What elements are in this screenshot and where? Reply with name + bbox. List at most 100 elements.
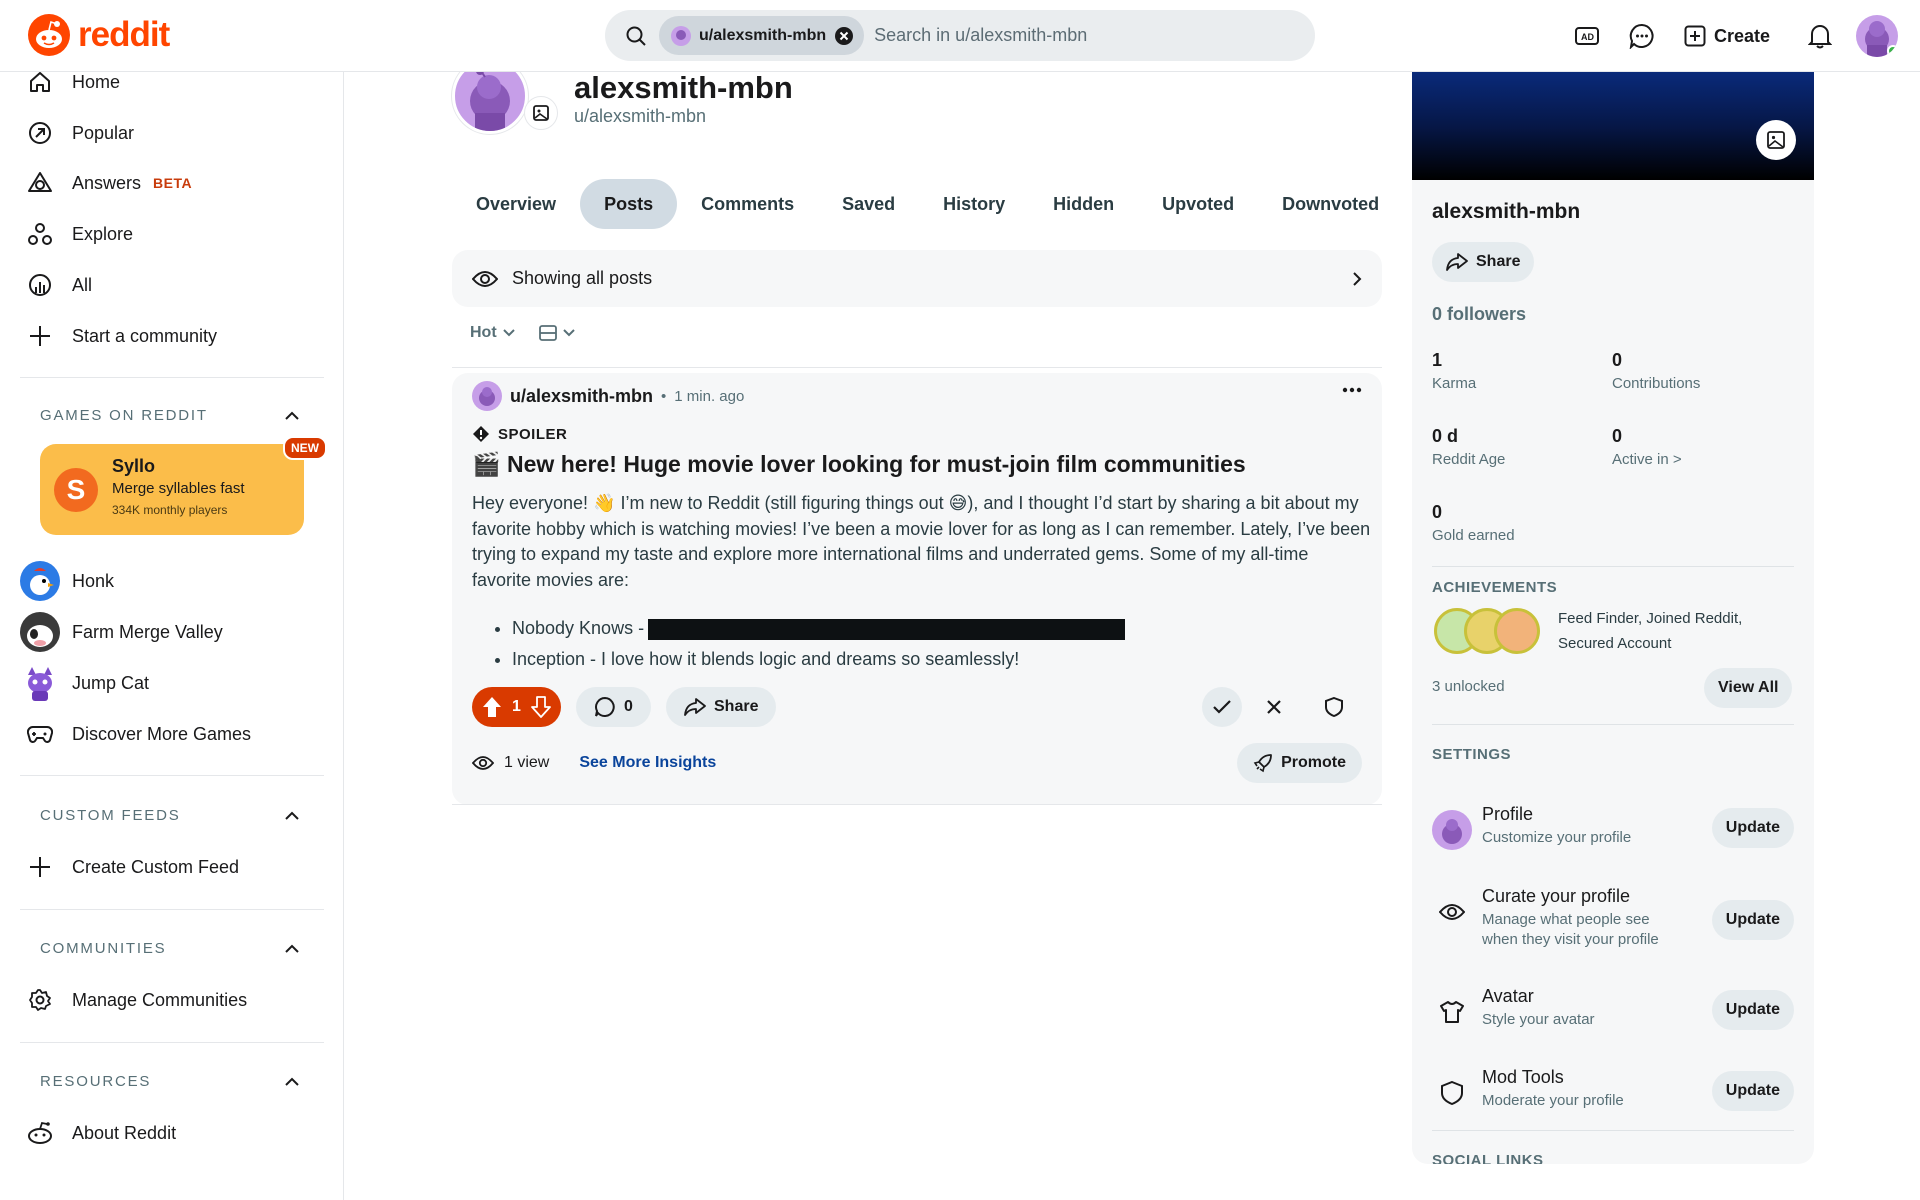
feed-divider	[452, 367, 1382, 368]
nav-answers[interactable]: Answers BETA	[20, 158, 325, 208]
approve-button[interactable]	[1202, 687, 1242, 727]
game-farm-merge-valley[interactable]: Farm Merge Valley	[20, 607, 325, 657]
update-avatar-button[interactable]: Update	[1711, 990, 1794, 1030]
profile-username: u/alexsmith-mbn	[574, 106, 707, 126]
upvote-icon[interactable]	[482, 696, 502, 718]
vote-control: 1	[472, 687, 561, 727]
edit-banner-button[interactable]	[1756, 120, 1796, 160]
post-options-button[interactable]	[1342, 387, 1362, 393]
stat-label: Karma	[1432, 375, 1477, 392]
manage-communities[interactable]: Manage Communities	[20, 975, 325, 1025]
reddit-alien-icon	[28, 1121, 52, 1144]
spoiler-label: SPOILER	[498, 425, 568, 443]
list-item: Nobody Knows -	[512, 613, 1126, 644]
clear-chip-icon[interactable]	[834, 26, 854, 46]
eye-icon	[1432, 892, 1472, 932]
profile-share-button[interactable]: Share	[1432, 242, 1535, 282]
beta-badge: BETA	[153, 175, 193, 191]
downvote-icon[interactable]	[531, 696, 551, 718]
eye-icon	[472, 270, 498, 287]
featured-game-card[interactable]: S Syllo Merge syllables fast 334K monthl…	[40, 444, 304, 535]
notifications-button[interactable]	[1800, 16, 1840, 56]
comments-button[interactable]: 0	[576, 687, 651, 727]
online-status-dot	[1887, 45, 1898, 57]
comment-icon	[595, 696, 615, 717]
post-meta: u/alexsmith-mbn • 1 min. ago	[472, 381, 744, 411]
stat-value: 1	[1432, 350, 1443, 370]
followers-count[interactable]: 0 followers	[1432, 304, 1526, 325]
tab-overview[interactable]: Overview	[452, 179, 580, 229]
reddit-logo[interactable]: reddit	[28, 14, 170, 56]
remove-button[interactable]	[1254, 687, 1294, 727]
setting-title: Mod Tools	[1482, 1067, 1564, 1087]
search-bar[interactable]: u/alexsmith-mbn	[605, 10, 1315, 61]
nav-label: Start a community	[72, 325, 218, 346]
sort-dropdown[interactable]: Hot	[470, 324, 515, 342]
view-all-achievements-button[interactable]: View All	[1704, 668, 1793, 708]
chevron-right-icon	[1353, 271, 1362, 286]
spoiler-tag: SPOILER	[472, 425, 567, 443]
share-button[interactable]: Share	[666, 687, 777, 727]
sidebar-divider	[1432, 1130, 1794, 1131]
tab-upvoted[interactable]: Upvoted	[1138, 179, 1258, 229]
custom-feeds-toggle[interactable]: CUSTOM FEEDS	[40, 807, 300, 824]
tab-history[interactable]: History	[919, 179, 1029, 229]
search-scope-chip[interactable]: u/alexsmith-mbn	[659, 16, 865, 55]
active-in-stat[interactable]: 0 Active in >	[1612, 426, 1792, 468]
comment-count: 0	[624, 698, 633, 715]
sidebar-divider	[20, 377, 324, 378]
tab-posts[interactable]: Posts	[580, 179, 678, 229]
update-mod-tools-button[interactable]: Update	[1711, 1071, 1794, 1111]
advertise-button[interactable]: AD	[1568, 16, 1608, 56]
profile-display-name: alexsmith-mbn	[574, 70, 793, 105]
sidebar-divider	[20, 775, 324, 776]
update-curate-button[interactable]: Update	[1711, 900, 1794, 940]
post-author[interactable]: u/alexsmith-mbn	[510, 386, 653, 407]
resources-toggle[interactable]: RESOURCES	[40, 1073, 300, 1090]
discover-more-games[interactable]: Discover More Games	[20, 709, 325, 759]
tab-comments[interactable]: Comments	[677, 179, 818, 229]
nav-popular[interactable]: Popular	[20, 108, 325, 158]
tab-saved[interactable]: Saved	[818, 179, 919, 229]
user-menu-avatar[interactable]	[1856, 15, 1898, 57]
games-section-toggle[interactable]: GAMES ON REDDIT	[40, 407, 300, 424]
post-card[interactable]: u/alexsmith-mbn • 1 min. ago SPOILER 🎬 N…	[452, 373, 1382, 805]
nav-start-community[interactable]: Start a community	[20, 311, 325, 361]
stat-label: Gold earned	[1432, 527, 1515, 544]
see-more-insights-link[interactable]: See More Insights	[579, 754, 716, 772]
game-honk[interactable]: Honk	[20, 556, 325, 606]
gamepad-icon	[27, 726, 53, 743]
nav-explore[interactable]: Explore	[20, 209, 325, 259]
update-profile-button[interactable]: Update	[1711, 808, 1794, 848]
post-title[interactable]: 🎬 New here! Huge movie lover looking for…	[472, 451, 1246, 478]
chevron-up-icon	[285, 944, 299, 953]
create-custom-feed[interactable]: Create Custom Feed	[20, 842, 325, 892]
post-time: 1 min. ago	[674, 387, 745, 405]
spoiler-redaction[interactable]	[648, 618, 1126, 640]
edit-avatar-button[interactable]	[524, 96, 558, 130]
stat-value: 0	[1432, 502, 1443, 522]
game-jump-cat[interactable]: Jump Cat	[20, 658, 325, 708]
tab-downvoted[interactable]: Downvoted	[1258, 179, 1382, 229]
stat-label: Active in >	[1612, 451, 1682, 468]
post-visibility-filter[interactable]: Showing all posts	[452, 250, 1382, 307]
communities-toggle[interactable]: COMMUNITIES	[40, 940, 300, 957]
about-reddit[interactable]: About Reddit	[20, 1108, 325, 1158]
setting-curate-profile: Curate your profile Manage what people s…	[1432, 886, 1794, 948]
achievement-badges[interactable]	[1434, 608, 1544, 658]
achievements-list: Feed Finder, Joined Reddit, Secured Acco…	[1558, 610, 1743, 652]
chat-button[interactable]	[1622, 16, 1662, 56]
nav-home[interactable]: Home	[20, 72, 325, 107]
create-button[interactable]: Create	[1674, 16, 1780, 56]
create-plus-icon	[1684, 25, 1706, 47]
reddit-snoo-icon	[28, 14, 70, 56]
promote-button[interactable]: Promote	[1237, 743, 1362, 783]
view-dropdown[interactable]	[538, 325, 575, 341]
mod-shield-button[interactable]	[1314, 687, 1354, 727]
tab-hidden[interactable]: Hidden	[1029, 179, 1138, 229]
nav-all[interactable]: All	[20, 260, 325, 310]
create-label: Create	[1713, 25, 1770, 46]
image-edit-icon	[533, 105, 549, 121]
search-input[interactable]	[874, 25, 1275, 46]
setting-description: Style your avatar	[1482, 1011, 1595, 1028]
